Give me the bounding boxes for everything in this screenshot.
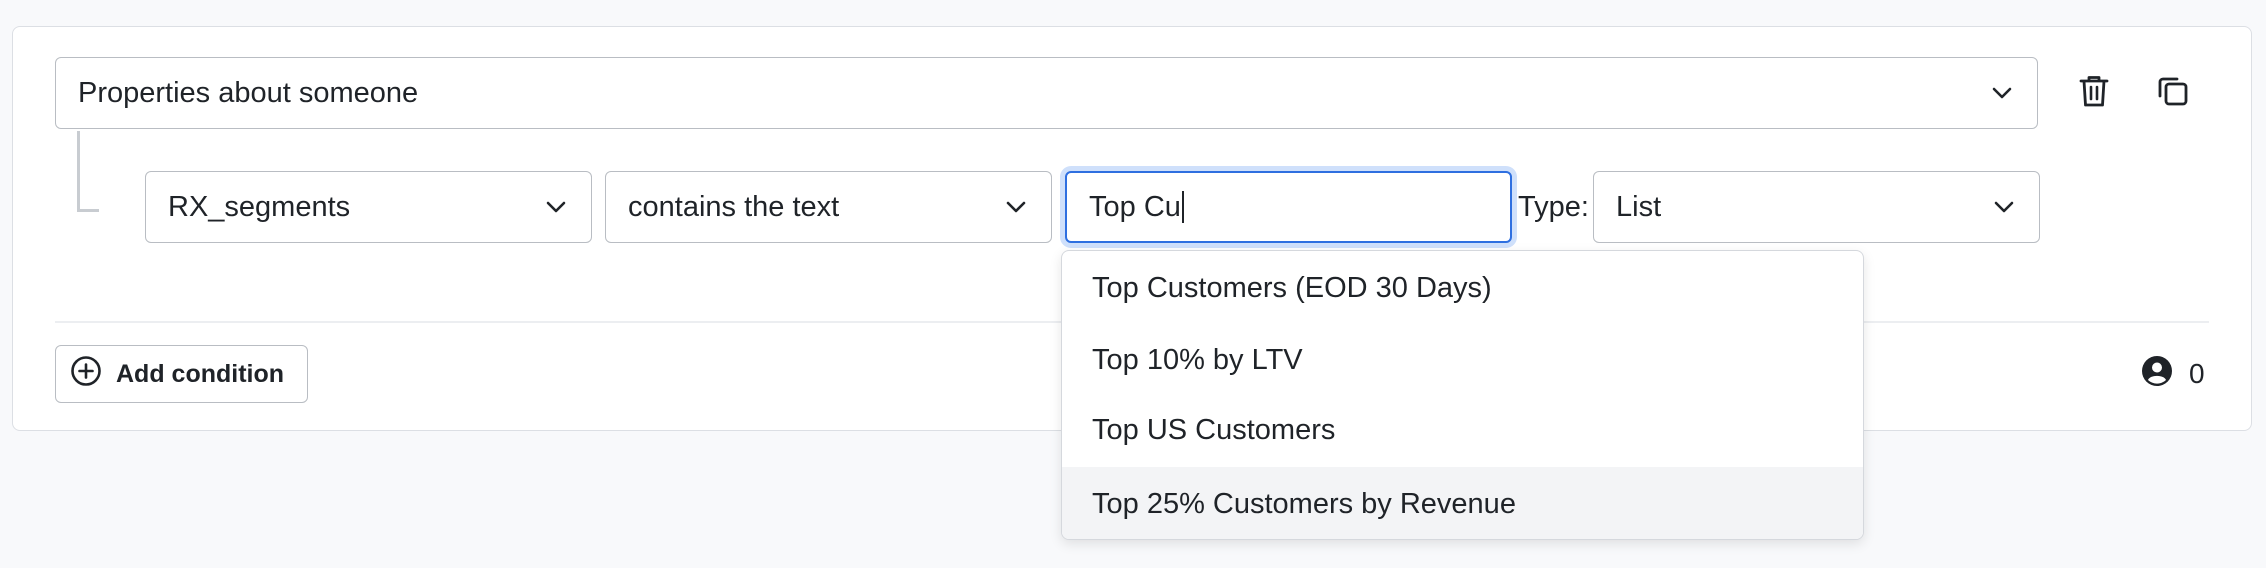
suggestion-option[interactable]: Top Customers (EOD 30 Days) (1062, 253, 1863, 323)
type-select[interactable]: List (1593, 171, 2040, 243)
chevron-down-icon (543, 194, 569, 220)
property-group-value: Properties about someone (78, 76, 419, 109)
field-select[interactable]: RX_segments (145, 171, 592, 243)
value-input[interactable]: Top Cu (1065, 171, 1512, 243)
field-value: RX_segments (168, 190, 351, 223)
value-text: Top Cu (1089, 190, 1181, 223)
user-circle-icon (2141, 355, 2189, 394)
text-caret (1181, 191, 1184, 223)
add-condition-button[interactable]: Add condition (55, 345, 308, 403)
chevron-down-icon (1003, 194, 1029, 220)
suggestion-option[interactable]: Top US Customers (1062, 395, 1863, 465)
chevron-down-icon (1991, 194, 2017, 220)
plus-circle-icon (70, 355, 116, 394)
property-group-select[interactable]: Properties about someone (55, 57, 2038, 129)
operator-value: contains the text (628, 190, 840, 223)
type-value: List (1616, 190, 1662, 223)
person-count: 0 (2141, 345, 2205, 403)
type-label: Type: (1518, 190, 1589, 223)
person-count-value: 0 (2189, 358, 2205, 389)
copy-icon (2157, 75, 2189, 112)
trash-icon (2079, 74, 2109, 113)
delete-condition-button[interactable] (2070, 69, 2118, 117)
suggestion-option[interactable]: Top 10% by LTV (1062, 325, 1863, 395)
suggestion-option-highlighted[interactable]: Top 25% Customers by Revenue (1062, 467, 1863, 539)
chevron-down-icon (1989, 80, 2015, 106)
suggestions-dropdown: Top Customers (EOD 30 Days) Top 10% by L… (1061, 250, 1864, 540)
operator-select[interactable]: contains the text (605, 171, 1052, 243)
duplicate-condition-button[interactable] (2149, 69, 2197, 117)
nesting-connector (77, 131, 99, 212)
add-condition-label: Add condition (116, 359, 285, 388)
